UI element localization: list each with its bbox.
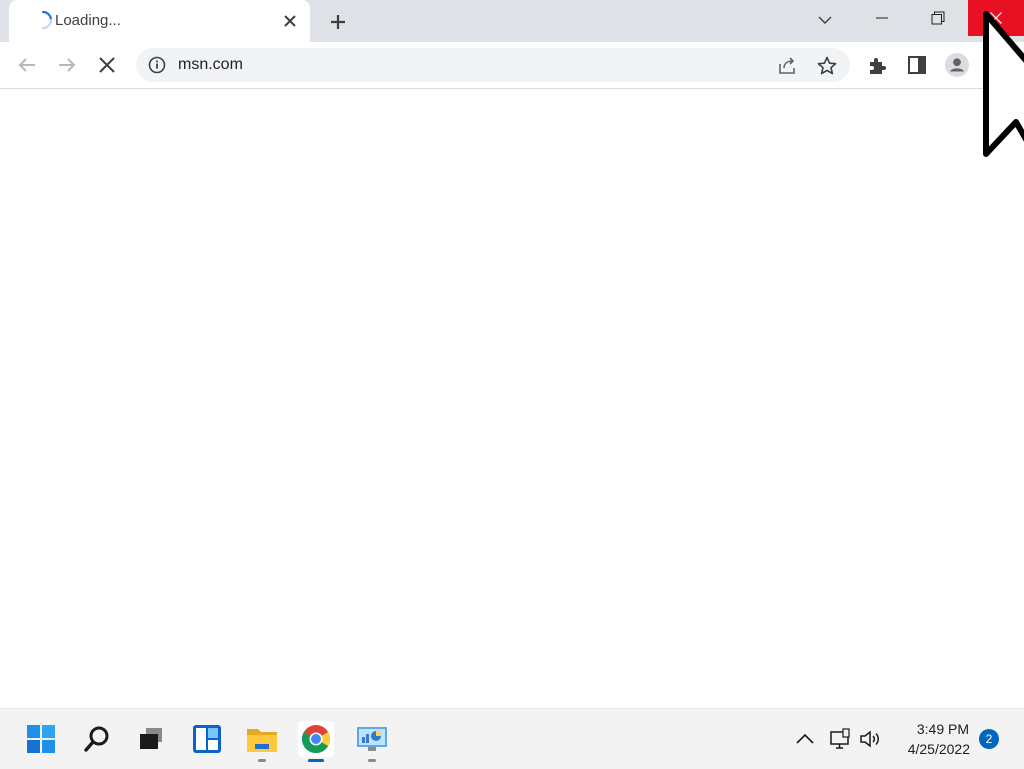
site-info-icon[interactable] — [148, 56, 166, 74]
notification-badge[interactable]: 2 — [979, 729, 999, 749]
running-indicator — [258, 759, 266, 762]
profile-avatar-icon[interactable] — [945, 53, 969, 77]
close-tab-icon[interactable] — [281, 12, 299, 30]
stop-loading-icon[interactable] — [95, 53, 119, 77]
running-indicator — [368, 759, 376, 762]
chrome-icon[interactable] — [298, 721, 334, 757]
search-icon[interactable] — [79, 721, 115, 757]
taskbar: 3:49 PM 4/25/2022 2 — [0, 708, 1024, 769]
start-icon[interactable] — [23, 721, 59, 757]
show-hidden-icons-icon[interactable] — [794, 729, 816, 749]
volume-icon[interactable] — [858, 727, 882, 751]
address-bar[interactable]: msn.com — [136, 48, 850, 82]
forward-arrow-icon[interactable] — [55, 53, 79, 77]
side-panel-icon[interactable] — [905, 53, 929, 77]
widgets-icon[interactable] — [189, 721, 225, 757]
tab-title: Loading... — [55, 12, 121, 29]
url-text[interactable]: msn.com — [178, 56, 243, 74]
network-icon[interactable] — [828, 727, 852, 751]
minimize-icon[interactable] — [855, 0, 909, 36]
restore-icon[interactable] — [911, 0, 965, 36]
control-panel-icon[interactable] — [354, 721, 390, 757]
tab-strip: Loading... — [0, 0, 1024, 42]
loading-spinner-icon — [33, 10, 53, 30]
browser-toolbar: msn.com — [0, 42, 1024, 89]
tab-search-chevron-icon[interactable] — [813, 10, 837, 30]
share-icon[interactable] — [776, 55, 798, 77]
tab-loading[interactable]: Loading... — [9, 0, 310, 42]
clock-date[interactable]: 4/25/2022 — [895, 741, 970, 757]
clock-time[interactable]: 3:49 PM — [905, 721, 969, 737]
back-arrow-icon[interactable] — [15, 53, 39, 77]
page-content-area — [0, 89, 1024, 708]
new-tab-icon[interactable] — [326, 10, 350, 34]
file-explorer-icon[interactable] — [244, 721, 280, 757]
active-indicator — [308, 759, 324, 762]
task-view-icon[interactable] — [133, 721, 169, 757]
mouse-cursor-icon — [980, 10, 1024, 160]
bookmark-star-icon[interactable] — [816, 55, 838, 77]
extensions-icon[interactable] — [865, 53, 889, 77]
